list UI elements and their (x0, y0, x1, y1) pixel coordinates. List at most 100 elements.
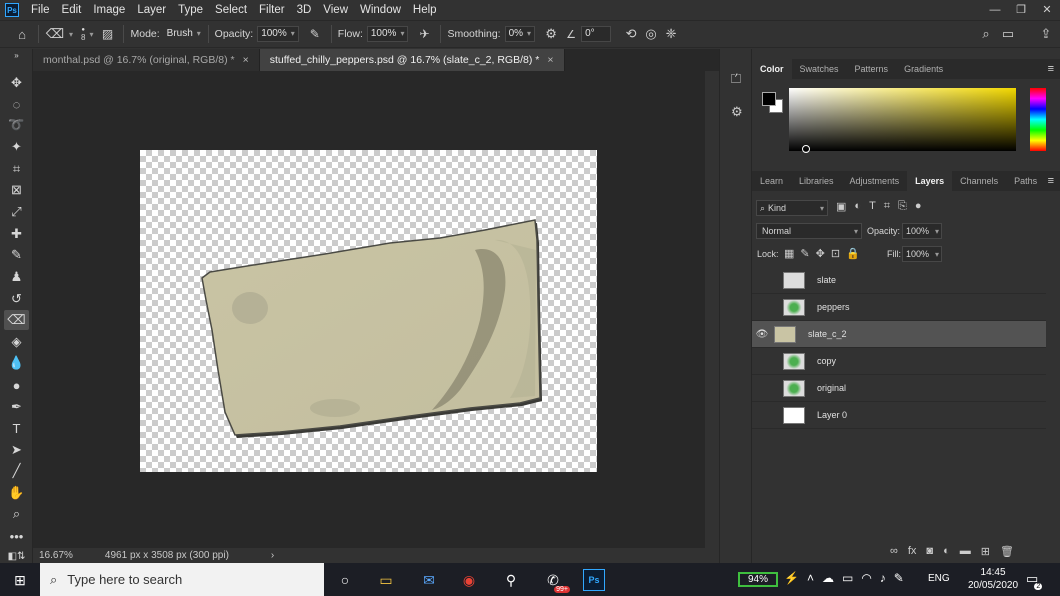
pressure-size-icon[interactable]: ◎ (641, 26, 661, 42)
close-button[interactable]: ✕ (1034, 0, 1060, 20)
layer-row-copy[interactable]: copy (752, 348, 1046, 375)
tab-gradients[interactable]: Gradients (896, 59, 951, 79)
visibility-toggle[interactable] (761, 383, 771, 393)
color-field[interactable] (789, 88, 1016, 151)
layer-name[interactable]: original (817, 383, 846, 393)
layer-row-slate[interactable]: slate (752, 267, 1046, 294)
layer-row-slate-c-2[interactable]: 👁 slate_c_2 (752, 321, 1046, 348)
pressure-opacity-icon[interactable]: ✎ (305, 27, 325, 41)
color-picker-cursor[interactable] (802, 145, 810, 153)
volume-icon[interactable]: ♪ (880, 571, 886, 585)
chevron-right-icon[interactable]: › (265, 550, 280, 561)
layer-name[interactable]: peppers (817, 302, 850, 312)
brush-tool-icon[interactable]: ✎ (4, 245, 29, 265)
clock[interactable]: 14:45 20/05/2020 (968, 566, 1018, 592)
tab-libraries[interactable]: Libraries (791, 171, 842, 191)
brush-picker-dropdown[interactable]: ▾ (89, 30, 93, 39)
frame-tool-icon[interactable]: ⊠ (4, 180, 29, 200)
history-panel-icon[interactable]: ⏍ (731, 71, 741, 87)
language-indicator[interactable]: ENG (928, 573, 950, 584)
menu-layer[interactable]: Layer (131, 4, 172, 16)
layer-opacity-field[interactable]: 100% ▾ (902, 223, 942, 239)
restore-button[interactable]: ❐ (1008, 0, 1034, 20)
layer-row-peppers[interactable]: peppers (752, 294, 1046, 321)
vertical-scrollbar[interactable] (705, 71, 719, 548)
paint-bucket-tool-icon[interactable]: ◈ (4, 332, 29, 352)
tab-adjustments[interactable]: Adjustments (842, 171, 908, 191)
menu-window[interactable]: Window (354, 4, 407, 16)
fill-field[interactable]: 100% ▾ (902, 246, 942, 262)
airbrush-icon[interactable]: ✈ (414, 27, 434, 41)
menu-file[interactable]: File (25, 4, 56, 16)
history-brush-tool-icon[interactable]: ↺ (4, 289, 29, 309)
tab-stuffed-chilly-peppers[interactable]: stuffed_chilly_peppers.psd @ 16.7% (slat… (259, 49, 565, 71)
link-layers-icon[interactable]: ∞ (890, 545, 898, 558)
filter-toggle-icon[interactable]: ● (915, 200, 922, 213)
adjustment-layer-icon[interactable]: ◐ (943, 545, 950, 558)
home-icon[interactable]: ⌂ (12, 27, 32, 42)
layer-name[interactable]: Layer 0 (817, 410, 847, 420)
task-view-icon[interactable]: ○ (334, 569, 356, 591)
eraser-tool-icon[interactable]: ⌫ (4, 310, 29, 330)
menu-edit[interactable]: Edit (56, 4, 88, 16)
layer-name[interactable]: copy (817, 356, 836, 366)
new-layer-icon[interactable]: ⊞ (981, 545, 990, 558)
eraser-tool-preset-icon[interactable]: ⌫ (45, 26, 65, 42)
filter-pixel-icon[interactable]: ▣ (836, 200, 846, 213)
battery-indicator[interactable]: 94% (738, 572, 778, 587)
lock-artboard-icon[interactable]: ⊡ (831, 247, 840, 260)
gear-icon[interactable]: ⚙ (541, 26, 561, 42)
dodge-tool-icon[interactable]: ● (4, 375, 29, 395)
hue-slider[interactable] (1030, 88, 1046, 151)
lock-image-icon[interactable]: ✎ (800, 247, 809, 260)
visibility-toggle[interactable] (761, 275, 771, 285)
menu-select[interactable]: Select (209, 4, 253, 16)
new-group-icon[interactable]: ▬ (960, 545, 971, 558)
eyedropper-tool-icon[interactable]: ⤢ (4, 202, 29, 222)
menu-help[interactable]: Help (407, 4, 443, 16)
opacity-field[interactable]: 100% ▾ (257, 26, 299, 42)
blend-mode-select[interactable]: Normal ▾ (756, 223, 862, 239)
search-icon[interactable]: ⌕ (976, 26, 996, 42)
file-explorer-icon[interactable]: ▭ (375, 569, 397, 591)
layer-name[interactable]: slate (817, 275, 836, 285)
flow-field[interactable]: 100% ▾ (366, 26, 409, 42)
tab-color[interactable]: Color (752, 59, 792, 79)
magic-wand-tool-icon[interactable]: ✦ (4, 137, 29, 157)
filter-shape-icon[interactable]: ⌗ (884, 200, 890, 213)
pen-icon[interactable]: ✎ (894, 571, 904, 585)
layer-mask-icon[interactable]: ◙ (926, 545, 933, 558)
layer-filter-select[interactable]: ⌕ Kind ▾ (756, 200, 828, 216)
photoshop-taskbar-icon[interactable]: Ps (583, 569, 605, 591)
collapse-toolbar-icon[interactable]: » (4, 51, 29, 60)
minimize-button[interactable]: — (982, 0, 1008, 20)
clone-stamp-tool-icon[interactable]: ♟ (4, 267, 29, 287)
panel-menu-icon[interactable]: ≡ (1048, 171, 1060, 191)
cloud-icon[interactable]: ☁ (822, 571, 834, 585)
layer-name[interactable]: slate_c_2 (808, 329, 847, 339)
panel-menu-icon[interactable]: ≡ (1048, 59, 1060, 79)
lock-position-icon[interactable]: ✥ (816, 247, 825, 260)
marquee-tool-icon[interactable]: ◌ (4, 94, 29, 114)
blur-tool-icon[interactable]: 💧 (4, 353, 29, 373)
smoothing-field[interactable]: 0% ▾ (504, 26, 536, 42)
windows-start-icon[interactable]: ⊞ (9, 569, 31, 591)
angle-field[interactable]: 0° (581, 26, 612, 42)
workspace-icon[interactable]: ▭ (998, 26, 1018, 42)
chrome-icon[interactable]: ◉ (458, 569, 480, 591)
more-tools-icon[interactable]: ••• (4, 526, 29, 546)
filter-smart-object-icon[interactable]: ⎘ (898, 200, 907, 213)
visibility-toggle[interactable] (761, 302, 771, 312)
symmetry-icon[interactable]: ❈ (661, 26, 681, 42)
mail-icon[interactable]: ✉ (418, 569, 440, 591)
wifi-icon[interactable]: ◠ (861, 571, 871, 585)
eye-icon[interactable]: 👁 (752, 329, 772, 340)
tab-monthal[interactable]: monthal.psd @ 16.7% (original, RGB/8) * × (33, 49, 260, 71)
layer-row-original[interactable]: original (752, 375, 1046, 402)
healing-brush-tool-icon[interactable]: ✚ (4, 224, 29, 244)
tab-channels[interactable]: Channels (952, 171, 1006, 191)
move-tool-icon[interactable]: ✥ (4, 73, 29, 93)
pen-tool-icon[interactable]: ✒ (4, 397, 29, 417)
menu-filter[interactable]: Filter (253, 4, 291, 16)
close-icon[interactable]: × (547, 54, 553, 66)
